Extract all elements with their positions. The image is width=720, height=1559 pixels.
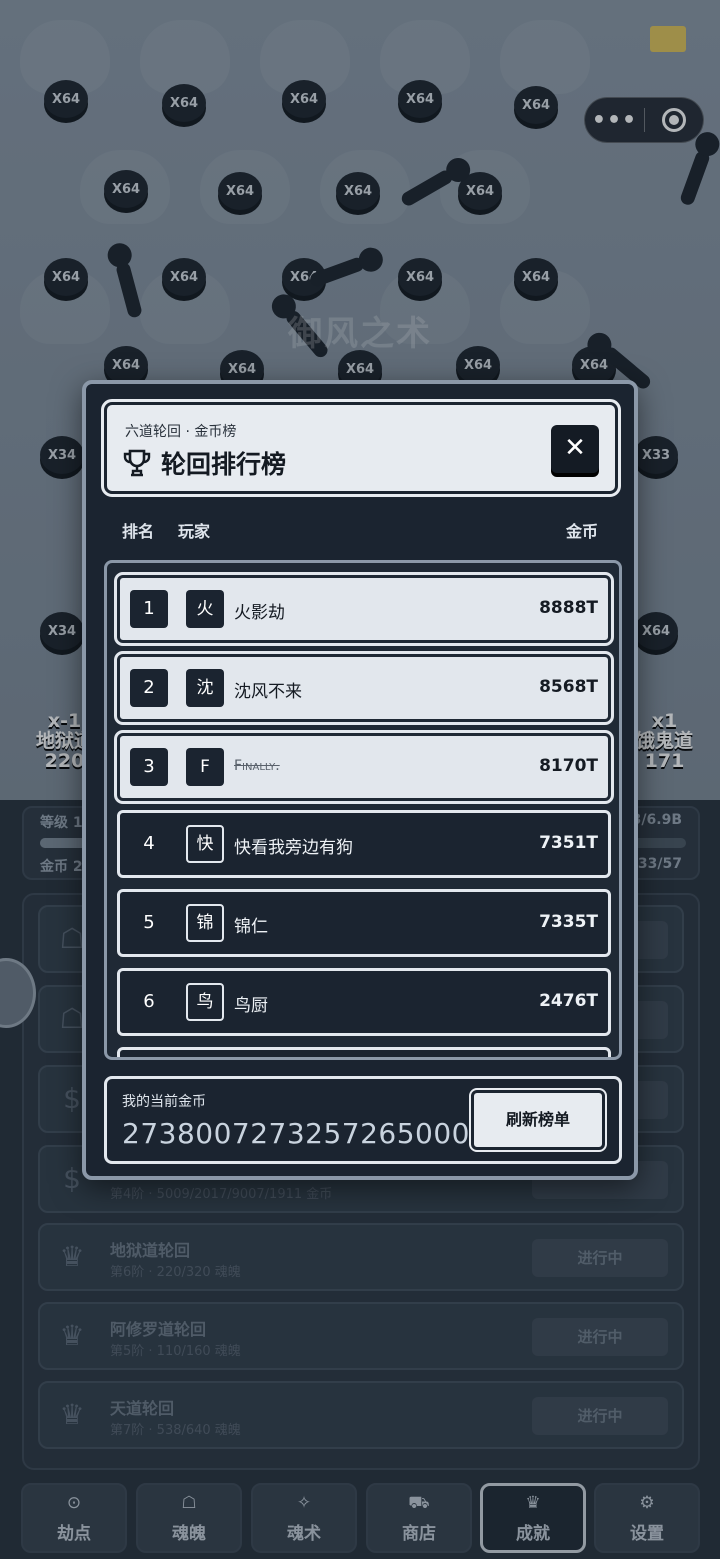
- leaderboard-modal: 六道轮回 · 金币榜 轮回排行榜 ✕ 排名 玩家 金币 1 火 火影劫 8888…: [82, 380, 638, 1180]
- leaderboard-row[interactable]: 2 沈 沈风不来 8568T: [114, 651, 614, 725]
- refresh-leaderboard-button[interactable]: 刷新榜单: [469, 1088, 607, 1152]
- player-coins: 2476T: [539, 991, 598, 1011]
- column-header-player: 玩家: [178, 522, 211, 541]
- rank-number: 4: [143, 833, 155, 854]
- player-avatar: 沈: [186, 669, 224, 707]
- leaderboard-list[interactable]: 1 火 火影劫 8888T 2 沈 沈风不来 8568T 3 F Finally…: [104, 560, 622, 1060]
- player-coins: 8568T: [539, 677, 598, 697]
- leaderboard-row[interactable]: 1 火 火影劫 8888T: [114, 572, 614, 646]
- player-avatar: 鸟: [186, 983, 224, 1021]
- player-avatar: F: [186, 748, 224, 786]
- leaderboard-row-partial[interactable]: [117, 1047, 611, 1057]
- player-avatar: 锦: [186, 904, 224, 942]
- my-coins-panel: 我的当前金币 273800727325726500000 刷新榜单: [104, 1076, 622, 1164]
- trophy-icon: [123, 449, 151, 477]
- column-header-rank: 排名: [122, 522, 155, 541]
- close-button[interactable]: ✕: [551, 425, 599, 473]
- modal-title-row: 轮回排行榜: [123, 445, 286, 481]
- rank-number: 1: [130, 590, 168, 628]
- modal-title: 轮回排行榜: [161, 450, 287, 479]
- player-name: Finally.: [234, 758, 280, 774]
- my-coins-value: 273800727325726500000: [122, 1117, 507, 1150]
- leaderboard-row[interactable]: 4 快 快看我旁边有狗 7351T: [117, 810, 611, 878]
- player-coins: 8170T: [539, 756, 598, 776]
- rank-number: 3: [130, 748, 168, 786]
- modal-header: 六道轮回 · 金币榜 轮回排行榜 ✕: [101, 399, 621, 497]
- player-coins: 7335T: [539, 912, 598, 932]
- my-coins-label: 我的当前金币: [122, 1094, 206, 1110]
- rank-number: 6: [143, 991, 155, 1012]
- rank-number: 2: [130, 669, 168, 707]
- player-name: 沈风不来: [234, 682, 302, 702]
- player-avatar: 火: [186, 590, 224, 628]
- player-name: 鸟厨: [234, 996, 268, 1016]
- leaderboard-row[interactable]: 3 F Finally. 8170T: [114, 730, 614, 804]
- player-name: 锦仁: [234, 917, 268, 937]
- player-name: 快看我旁边有狗: [234, 838, 353, 858]
- player-avatar: 快: [186, 825, 224, 863]
- leaderboard-row[interactable]: 6 鸟 鸟厨 2476T: [117, 968, 611, 1036]
- leaderboard-row[interactable]: 5 锦 锦仁 7335T: [117, 889, 611, 957]
- player-coins: 8888T: [539, 598, 598, 618]
- column-header-coins: 金币: [565, 522, 598, 541]
- player-name: 火影劫: [234, 603, 285, 623]
- modal-subtitle: 六道轮回 · 金币榜: [125, 424, 237, 440]
- rank-number: 5: [143, 912, 155, 933]
- player-coins: 7351T: [539, 833, 598, 853]
